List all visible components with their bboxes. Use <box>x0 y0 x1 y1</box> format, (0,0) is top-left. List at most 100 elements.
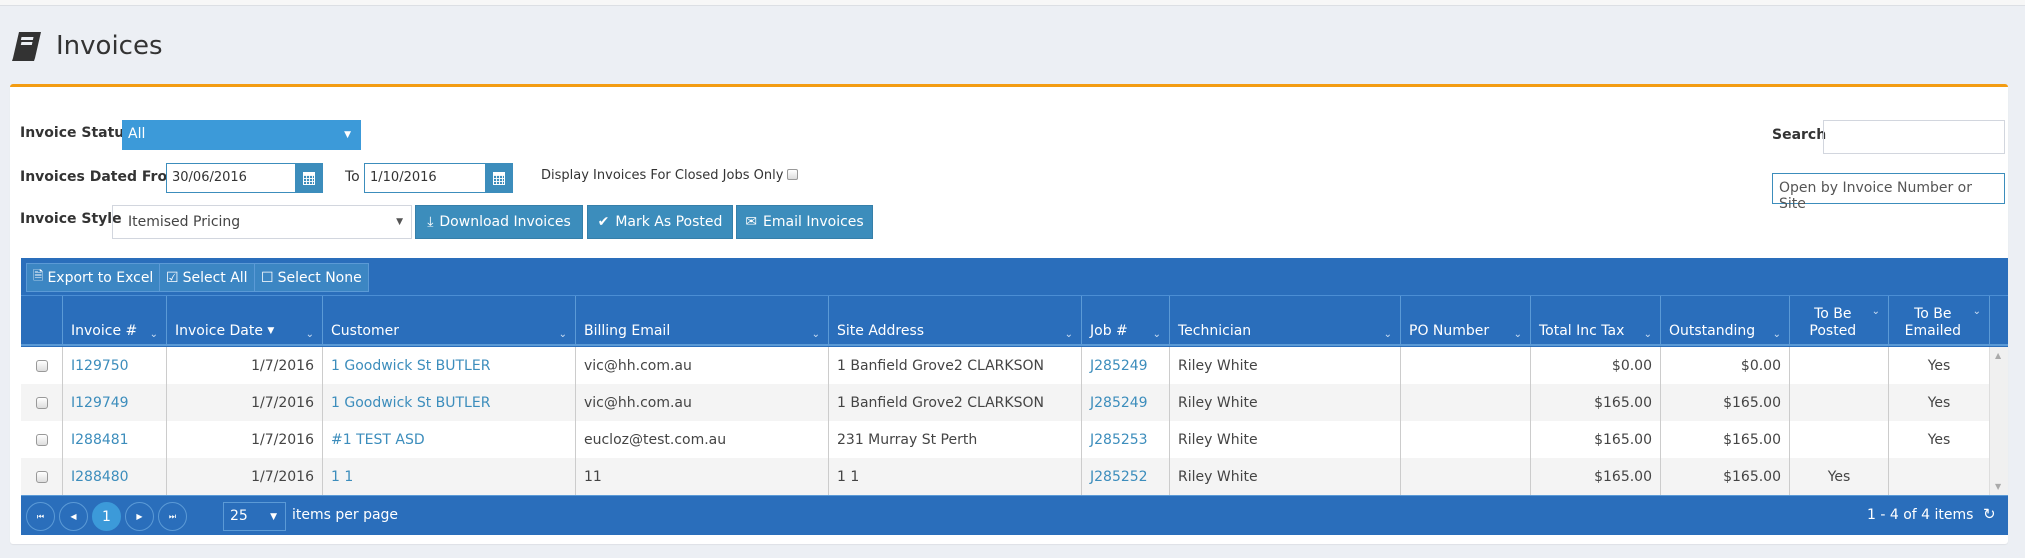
chevron-down-icon[interactable]: ⌄ <box>1973 306 1981 317</box>
row-checkbox[interactable] <box>35 359 48 372</box>
download-invoices-label: Download Invoices <box>439 214 571 230</box>
open-by-invoice-input[interactable]: Open by Invoice Number or Site <box>1772 173 2005 212</box>
header-job-number[interactable]: Job # ⌄ <box>1081 296 1169 346</box>
first-page-button[interactable]: ⏮ <box>26 502 55 531</box>
job-link[interactable]: J285249 <box>1090 358 1148 374</box>
mark-as-posted-button[interactable]: ✔ Mark As Posted <box>587 205 733 239</box>
select-none-button[interactable]: ☐ Select None <box>254 263 369 292</box>
job-link[interactable]: J285252 <box>1090 469 1148 485</box>
invoice-link[interactable]: I129749 <box>71 395 129 411</box>
next-page-icon: ▶ <box>136 512 143 521</box>
invoice-style-select[interactable]: Itemised Pricing ▼ <box>112 205 412 239</box>
header-total-inc-tax[interactable]: Total Inc Tax ⌄ <box>1530 296 1660 346</box>
next-page-button[interactable]: ▶ <box>125 502 154 531</box>
closed-jobs-checkbox[interactable] <box>787 169 798 180</box>
chevron-down-icon[interactable]: ⌄ <box>1773 329 1781 340</box>
vertical-scrollbar[interactable]: ▲ ▼ <box>1989 347 2008 495</box>
date-from-calendar-button[interactable] <box>295 163 323 193</box>
header-to-be-emailed[interactable]: To Be Emailed ⌄ <box>1888 296 1989 346</box>
header-technician[interactable]: Technician ⌄ <box>1169 296 1400 346</box>
header-invoice-number[interactable]: Invoice # ⌄ <box>62 296 166 346</box>
page-header: Invoices <box>10 28 163 64</box>
chevron-down-icon[interactable]: ⌄ <box>1153 329 1161 340</box>
last-page-button[interactable]: ⏭ <box>158 502 187 531</box>
items-per-page-label: items per page <box>292 507 399 523</box>
header-label: Site Address <box>837 323 925 339</box>
cell-date: 1/7/2016 <box>166 384 322 421</box>
chevron-down-icon[interactable]: ⌄ <box>559 329 567 340</box>
posted-value: Yes <box>1827 468 1851 485</box>
email-invoices-button[interactable]: ✉ Email Invoices <box>736 205 873 239</box>
chevron-down-icon[interactable]: ⌄ <box>1384 329 1392 340</box>
header-label-wrap: Invoice Date ▼ <box>175 323 302 340</box>
chevron-down-icon[interactable]: ⌄ <box>150 329 158 340</box>
cell-posted <box>1789 347 1888 384</box>
book-icon <box>12 32 41 61</box>
refresh-icon[interactable]: ↻ <box>1983 505 1996 523</box>
page-size-select[interactable]: 25 ▼ <box>223 502 286 531</box>
previous-page-button[interactable]: ◀ <box>59 502 88 531</box>
cell-customer: #1 TEST ASD <box>322 421 575 458</box>
export-excel-button[interactable]: 🗎 Export to Excel <box>26 263 161 292</box>
chevron-down-icon[interactable]: ⌄ <box>812 329 820 340</box>
invoice-link[interactable]: I288481 <box>71 432 129 448</box>
table-row[interactable]: I288481 1/7/2016 #1 TEST ASD eucloz@test.co… <box>21 421 1989 458</box>
chevron-down-icon[interactable]: ⌄ <box>1065 329 1073 340</box>
header-site-address[interactable]: Site Address ⌄ <box>828 296 1081 346</box>
total-value: $165.00 <box>1594 431 1652 448</box>
row-checkbox[interactable] <box>35 470 48 483</box>
customer-link[interactable]: #1 TEST ASD <box>331 432 425 448</box>
scroll-down-icon[interactable]: ▼ <box>1995 482 2001 491</box>
date-from-value: 30/06/2016 <box>172 170 247 185</box>
header-label: To Be Emailed <box>1897 306 1969 340</box>
chevron-down-icon[interactable]: ⌄ <box>1514 329 1522 340</box>
header-label: Technician <box>1178 323 1252 339</box>
invoice-link[interactable]: I288480 <box>71 469 129 485</box>
download-invoices-button[interactable]: ⤓ Download Invoices <box>415 205 583 239</box>
date-value: 1/7/2016 <box>251 394 314 411</box>
customer-link[interactable]: 1 1 <box>331 469 353 485</box>
table-row[interactable]: I129749 1/7/2016 1 Goodwick St BUTLER vic@h… <box>21 384 1989 421</box>
header-billing-email[interactable]: Billing Email ⌄ <box>575 296 828 346</box>
cell-total: $165.00 <box>1530 421 1660 458</box>
search-input[interactable] <box>1823 120 2005 154</box>
grid-pager: ⏮ ◀ 1 ▶ ⏭ 25 ▼ items per page 1 - 4 of 4… <box>21 495 2008 535</box>
header-outstanding[interactable]: Outstanding ⌄ <box>1660 296 1789 346</box>
chevron-down-icon[interactable]: ⌄ <box>306 329 314 340</box>
date-to-calendar-button[interactable] <box>485 163 513 193</box>
caret-down-icon: ▼ <box>344 130 351 140</box>
page-title: Invoices <box>56 31 163 61</box>
customer-link[interactable]: 1 Goodwick St BUTLER <box>331 358 490 374</box>
invoice-status-value: All <box>128 126 146 142</box>
tech-value: Riley White <box>1178 394 1258 411</box>
row-checkbox[interactable] <box>35 433 48 446</box>
scroll-up-icon[interactable]: ▲ <box>1995 351 2001 360</box>
customer-link[interactable]: 1 Goodwick St BUTLER <box>331 395 490 411</box>
date-to-input[interactable]: 1/10/2016 <box>364 163 513 193</box>
cell-emailed: Yes <box>1888 421 1989 458</box>
invoice-status-select[interactable]: All ▼ <box>122 120 361 150</box>
date-from-input[interactable]: 30/06/2016 <box>166 163 323 193</box>
table-row[interactable]: I129750 1/7/2016 1 Goodwick St BUTLER vic@h… <box>21 347 1989 384</box>
outstanding-value: $165.00 <box>1723 468 1781 485</box>
header-label: PO Number <box>1409 323 1490 339</box>
header-invoice-date[interactable]: Invoice Date ▼ ⌄ <box>166 296 322 346</box>
current-page-button[interactable]: 1 <box>92 502 121 531</box>
email-value: vic@hh.com.au <box>584 357 692 374</box>
cell-tech: Riley White <box>1169 421 1400 458</box>
cell-job: J285249 <box>1081 384 1169 421</box>
job-link[interactable]: J285253 <box>1090 432 1148 448</box>
select-all-button[interactable]: ☑ Select All <box>159 263 255 292</box>
chevron-down-icon[interactable]: ⌄ <box>1872 306 1880 317</box>
header-customer[interactable]: Customer ⌄ <box>322 296 575 346</box>
cell-invoice: I288480 <box>62 458 166 495</box>
cell-outstanding: $165.00 <box>1660 384 1789 421</box>
chevron-down-icon[interactable]: ⌄ <box>1644 329 1652 340</box>
header-to-be-posted[interactable]: To Be Posted ⌄ <box>1789 296 1888 346</box>
invoice-link[interactable]: I129750 <box>71 358 129 374</box>
header-po-number[interactable]: PO Number ⌄ <box>1400 296 1530 346</box>
envelope-icon: ✉ <box>745 214 758 230</box>
job-link[interactable]: J285249 <box>1090 395 1148 411</box>
row-checkbox[interactable] <box>35 396 48 409</box>
table-row[interactable]: I288480 1/7/2016 1 1 11 1 1 J285252 Riley Whit… <box>21 458 1989 495</box>
